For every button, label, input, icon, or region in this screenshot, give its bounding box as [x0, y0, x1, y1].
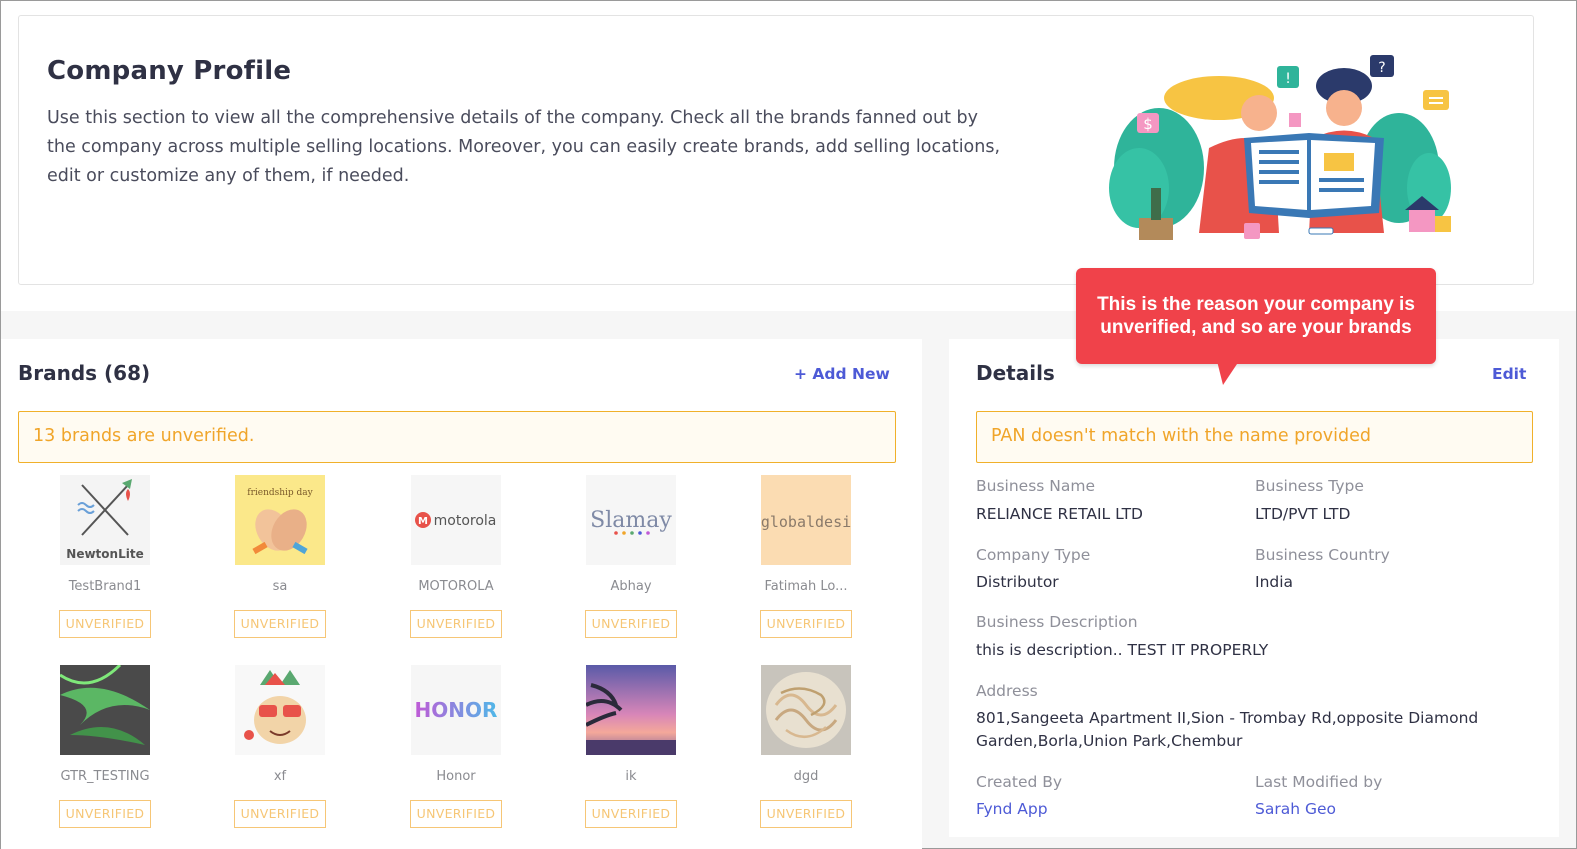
brand-name: TestBrand1	[68, 579, 142, 594]
details-panel: Details Edit PAN doesn't match with the …	[949, 339, 1559, 837]
business-name-label: Business Name	[976, 477, 1096, 495]
unverified-reason-tooltip: This is the reason your company is unver…	[1076, 268, 1436, 364]
svg-text:HONOR: HONOR	[415, 698, 498, 722]
party-character-logo	[235, 665, 325, 755]
brand-card[interactable]: xf UNVERIFIED	[215, 665, 345, 828]
newtonlite-logo: NewtonLite	[60, 475, 150, 565]
address-line-1: 801,Sangeeta Apartment II,Sion - Trombay…	[976, 709, 1479, 727]
brand-card[interactable]: NewtonLite TestBrand1 UNVERIFIED	[40, 475, 170, 638]
noodles-logo	[761, 665, 851, 755]
brand-card[interactable]: HONOR Honor UNVERIFIED	[391, 665, 521, 828]
brand-name: ik	[625, 769, 637, 784]
svg-text:M: M	[418, 516, 428, 527]
status-badge: UNVERIFIED	[585, 610, 677, 638]
add-new-brand-button[interactable]: + Add New	[794, 365, 890, 383]
business-country-value: India	[1255, 573, 1294, 591]
details-title: Details	[976, 361, 1055, 385]
page-description: Use this section to view all the compreh…	[47, 108, 1001, 186]
last-modified-by-link[interactable]: Sarah Geo	[1255, 800, 1336, 818]
svg-text:Slamay: Slamay	[590, 508, 672, 533]
created-by-link[interactable]: Fynd App	[976, 800, 1048, 818]
address-line-2: Garden,Borla,Union Park,Chembur	[976, 732, 1243, 750]
brand-card[interactable]: GTR_TESTING UNVERIFIED	[40, 665, 170, 828]
svg-text:$: $	[1143, 115, 1153, 133]
status-badge: UNVERIFIED	[410, 610, 502, 638]
honor-logo: HONOR	[411, 665, 501, 755]
svg-text:!: !	[1285, 71, 1291, 87]
status-badge: UNVERIFIED	[59, 800, 151, 828]
business-description-value: this is description.. TEST IT PROPERLY	[976, 641, 1269, 659]
slamay-logo: Slamay	[586, 475, 676, 565]
business-type-value: LTD/PVT LTD	[1255, 505, 1351, 523]
brands-unverified-warning: 13 brands are unverified.	[18, 411, 896, 463]
brands-title: Brands (68)	[18, 361, 151, 385]
status-badge: UNVERIFIED	[585, 800, 677, 828]
company-type-value: Distributor	[976, 573, 1059, 591]
business-description-label: Business Description	[976, 613, 1138, 631]
brand-name: Honor	[436, 769, 476, 784]
globaldesi-logo: globaldesi	[761, 475, 851, 565]
brand-name: xf	[273, 769, 287, 784]
business-name-value: RELIANCE RETAIL LTD	[976, 505, 1143, 523]
created-by-label: Created By	[976, 773, 1063, 791]
page-title: Company Profile	[47, 56, 292, 86]
brand-card[interactable]: Slamay Abhay UNVERIFIED	[566, 475, 696, 638]
brand-name: GTR_TESTING	[60, 769, 150, 784]
brands-panel: Brands (68) + Add New 13 brands are unve…	[1, 339, 922, 849]
status-badge: UNVERIFIED	[234, 800, 326, 828]
svg-text:friendship day: friendship day	[247, 488, 313, 498]
svg-text:?: ?	[1378, 60, 1385, 76]
brand-card[interactable]: globaldesi Fatimah Lo... UNVERIFIED	[741, 475, 871, 638]
brand-name: MOTOROLA	[418, 579, 494, 594]
status-badge: UNVERIFIED	[234, 610, 326, 638]
brand-name: Fatimah Lo...	[764, 579, 848, 594]
status-badge: UNVERIFIED	[410, 800, 502, 828]
svg-text:globaldesi: globaldesi	[761, 513, 851, 531]
pan-mismatch-warning: PAN doesn't match with the name provided	[976, 411, 1533, 463]
friendship-day-logo: friendship day	[235, 475, 325, 565]
brand-card[interactable]: ik UNVERIFIED	[566, 665, 696, 828]
svg-text:NewtonLite: NewtonLite	[66, 547, 143, 561]
svg-text:motorola: motorola	[434, 513, 497, 529]
people-reading-illustration: $ ! ?	[1109, 55, 1451, 240]
business-type-label: Business Type	[1255, 477, 1364, 495]
status-badge: UNVERIFIED	[760, 610, 852, 638]
brand-card[interactable]: friendship day sa UNVERIFIED	[215, 475, 345, 638]
last-modified-by-label: Last Modified by	[1255, 773, 1383, 791]
brand-name: sa	[272, 579, 288, 594]
brand-name: dgd	[793, 769, 819, 784]
status-badge: UNVERIFIED	[760, 800, 852, 828]
company-type-label: Company Type	[976, 546, 1091, 564]
business-country-label: Business Country	[1255, 546, 1390, 564]
tooltip-line-2: unverified, and so are your brands	[1100, 317, 1412, 338]
motorola-logo: M motorola	[411, 475, 501, 565]
sunset-palm-logo	[586, 665, 676, 755]
green-swirl-logo	[60, 665, 150, 755]
brand-card[interactable]: M motorola MOTOROLA UNVERIFIED	[391, 475, 521, 638]
tooltip-pointer	[1217, 361, 1239, 385]
tooltip-line-1: This is the reason your company is	[1097, 294, 1415, 315]
company-profile-header: Company Profile Use this section to view…	[18, 15, 1534, 285]
status-badge: UNVERIFIED	[59, 610, 151, 638]
brand-card[interactable]: dgd UNVERIFIED	[741, 665, 871, 828]
address-label: Address	[976, 682, 1038, 700]
edit-details-button[interactable]: Edit	[1492, 365, 1526, 383]
brand-name: Abhay	[610, 579, 652, 594]
